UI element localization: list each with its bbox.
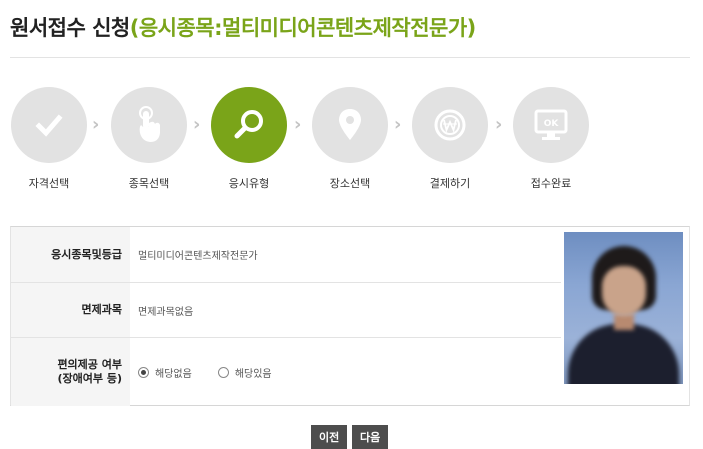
chevron-right-icon: ›: [394, 114, 402, 135]
chevron-right-icon: ›: [92, 114, 100, 135]
radio-label: 해당없음: [155, 368, 192, 380]
step-exam-type: 응시유형: [210, 87, 288, 191]
convenience-options: 해당없음 해당있음: [130, 338, 561, 406]
radio-not-applicable[interactable]: 해당없음: [138, 365, 192, 380]
radio-dot[interactable]: [138, 366, 149, 378]
step-complete: OK 접수완료: [512, 87, 590, 191]
photo-neck: [614, 314, 634, 330]
prev-button[interactable]: 이전: [311, 425, 348, 449]
exempt-label-text: 면제과목: [81, 303, 122, 316]
radio-applicable[interactable]: 해당있음: [217, 365, 272, 380]
subject-label-text: 응시종목및등급: [51, 247, 122, 261]
step-label: 결제하기: [429, 177, 471, 190]
row-convenience: 편의제공 여부 (장애여부 등) 해당없음 해당있음: [11, 337, 561, 406]
step-label: 접수완료: [530, 177, 572, 190]
chevron-right-icon: ›: [193, 114, 201, 135]
chevron-right-icon: ›: [294, 114, 302, 135]
step-label: 장소선택: [329, 177, 371, 190]
page-title: 원서접수 신청(응시종목:멀티미디어콘텐츠제작전문가): [10, 12, 476, 42]
row-subject: 응시종목및등급 멀티미디어콘텐츠제작전문가: [11, 227, 561, 282]
subject-value: 멀티미디어콘텐츠제작전문가: [138, 251, 258, 262]
step-circle: [312, 87, 388, 163]
title-main: 원서접수 신청: [10, 16, 130, 40]
exempt-value: 면제과목없음: [138, 306, 194, 318]
step-payment: 결제하기: [411, 87, 489, 191]
subject-label: 응시종목및등급: [11, 227, 130, 282]
step-qualification: 자격선택: [10, 87, 88, 191]
photo-body: [568, 324, 679, 384]
title-subject: (응시종목:멀티미디어콘텐츠제작전문가): [129, 16, 477, 40]
convenience-label-line2: (장애여부 등): [57, 372, 122, 385]
search-icon: [234, 110, 263, 139]
hand-pointer-icon: [139, 106, 160, 142]
exempt-label: 면제과목: [11, 283, 130, 337]
map-pin-icon: [339, 109, 361, 140]
applicant-photo: [564, 232, 683, 384]
convenience-label: 편의제공 여부 (장애여부 등): [11, 338, 130, 406]
convenience-label-line1: 편의제공 여부: [57, 358, 122, 371]
step-circle: OK: [513, 87, 589, 163]
step-circle: [412, 87, 488, 163]
chevron-right-icon: ›: [495, 114, 503, 135]
next-button[interactable]: 다음: [352, 425, 389, 449]
radio-dot[interactable]: [217, 366, 229, 378]
step-circle: [211, 87, 287, 163]
step-label: 응시유형: [228, 177, 270, 190]
step-label: 자격선택: [28, 177, 70, 190]
step-subject: 종목선택: [110, 87, 188, 191]
svg-text:OK: OK: [544, 119, 560, 129]
radio-label: 해당있음: [234, 368, 272, 380]
step-label: 종목선택: [128, 177, 170, 190]
row-exempt: 면제과목 면제과목없음: [11, 282, 561, 337]
step-circle: [111, 87, 187, 163]
title-divider: [10, 57, 690, 58]
step-location: 장소선택: [311, 87, 389, 191]
ok-monitor-icon: OK: [534, 109, 568, 140]
step-circle: [11, 87, 87, 163]
photo-face: [602, 266, 646, 316]
check-icon: [35, 114, 63, 137]
won-coin-icon: [434, 109, 466, 141]
